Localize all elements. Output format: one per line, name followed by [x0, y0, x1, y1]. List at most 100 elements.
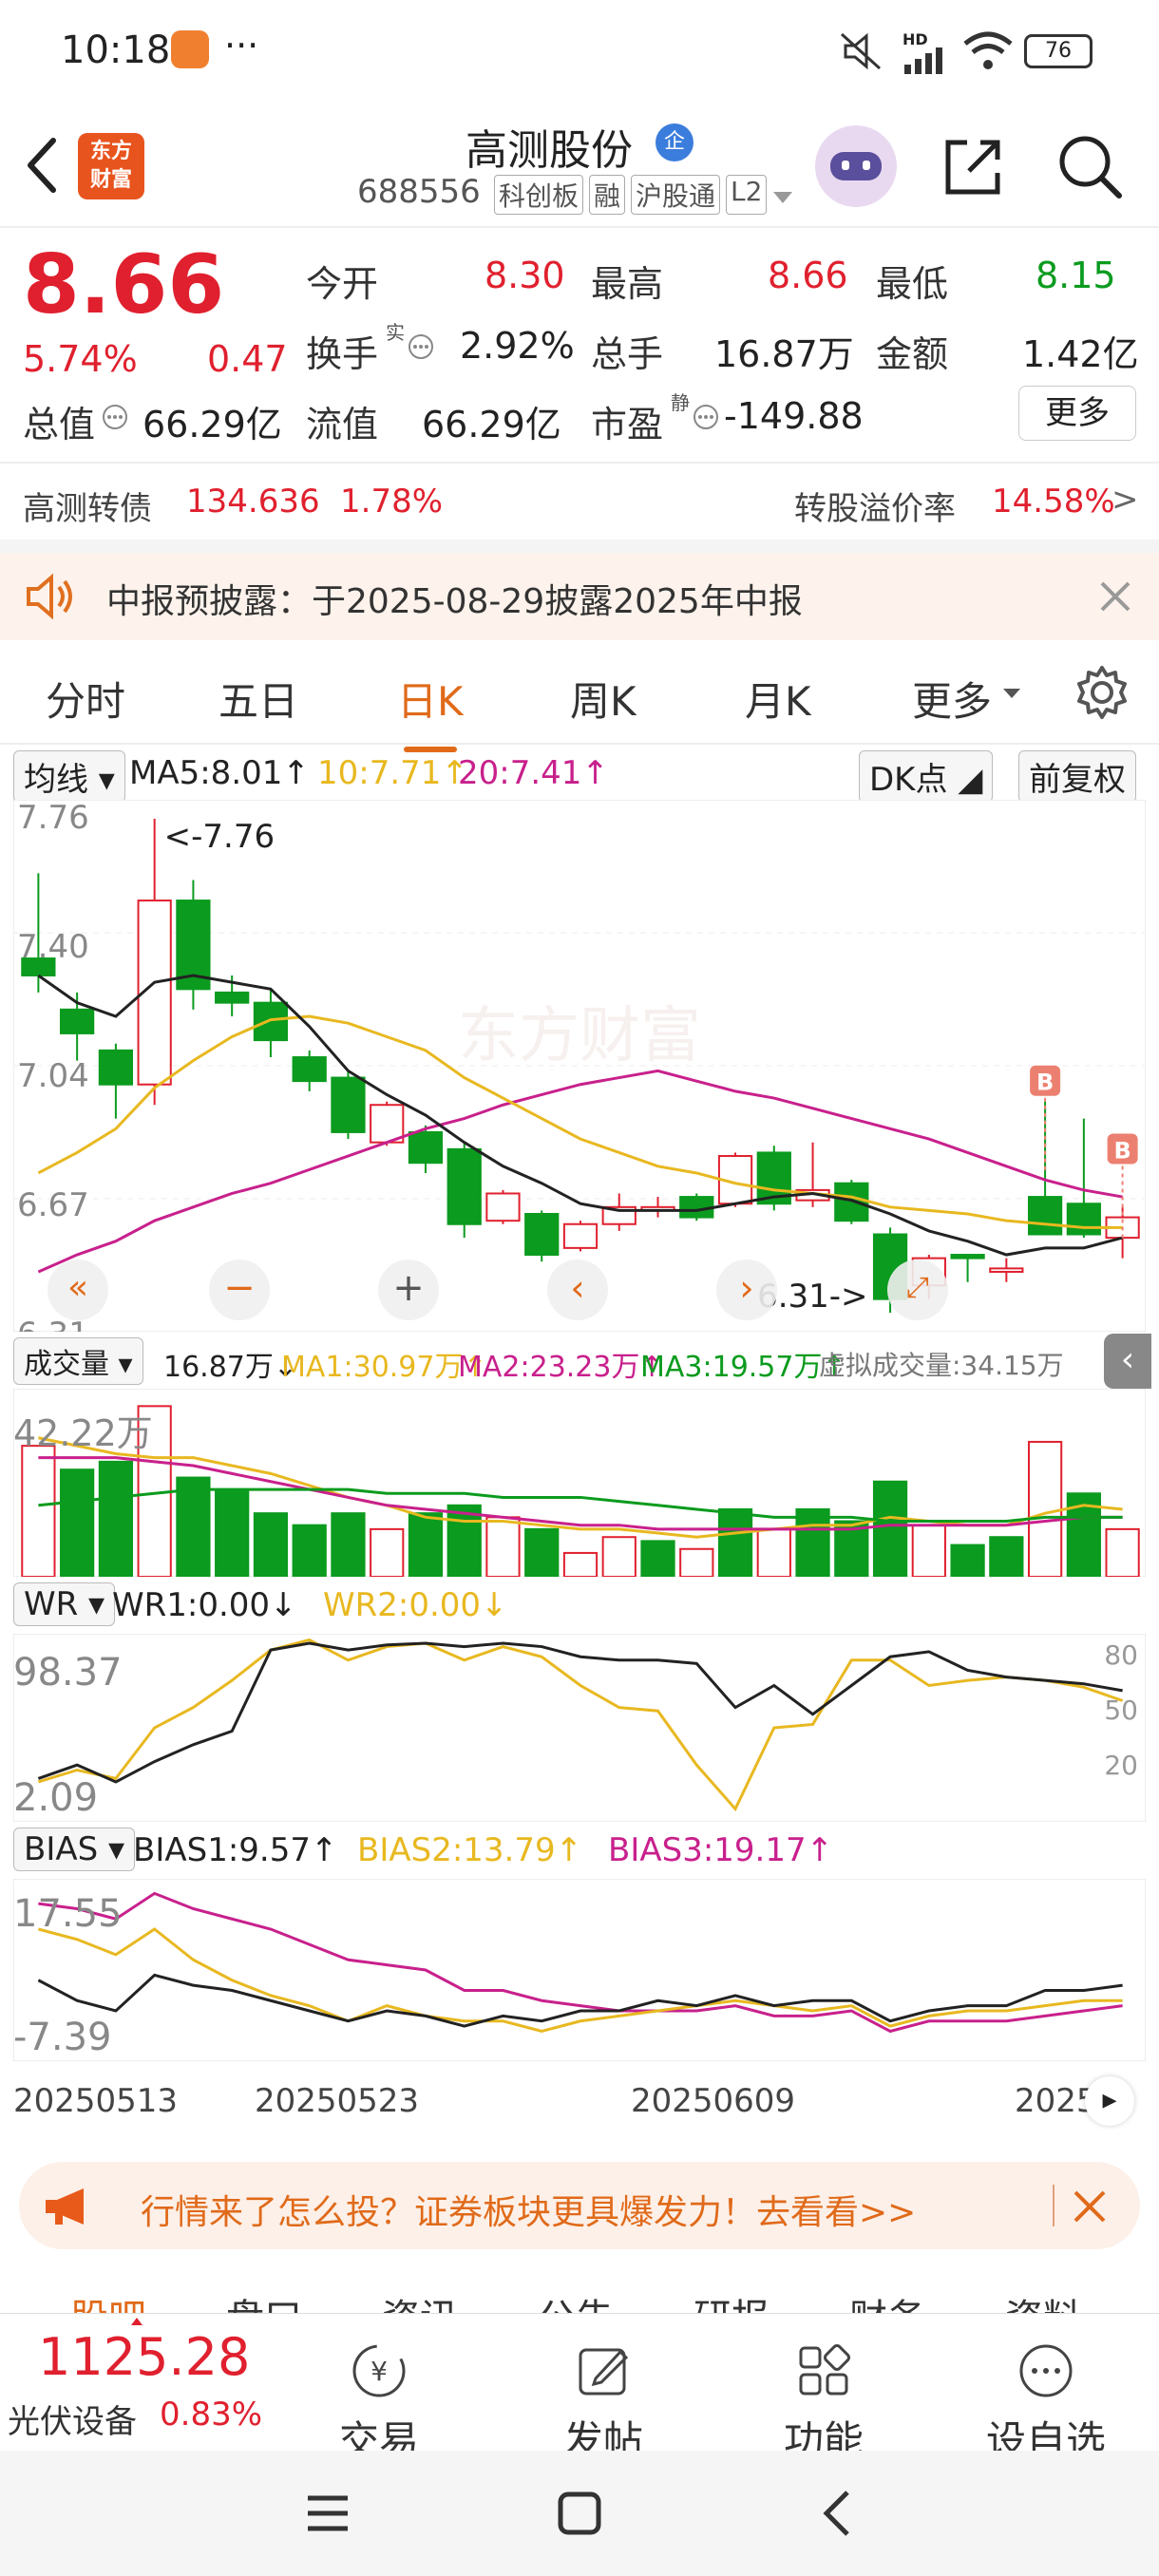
ma-selector[interactable]: 均线 ▾: [13, 750, 125, 803]
volume-bar: [872, 1480, 908, 1577]
candle-body: [562, 1222, 598, 1249]
candle-body: [292, 1056, 327, 1083]
volume-selector[interactable]: 成交量 ▾: [13, 1337, 143, 1385]
back-nav-icon[interactable]: [817, 2489, 855, 2538]
volume-bar: [446, 1504, 482, 1577]
open-value: 8.30: [484, 255, 565, 296]
info-icon[interactable]: [407, 332, 435, 361]
volume-chart[interactable]: 42.22万: [13, 1389, 1146, 1577]
volume-bar: [1027, 1440, 1063, 1577]
function-button[interactable]: 功能: [771, 2342, 876, 2467]
ad-banner[interactable]: 行情来了怎么投？证券板块更具爆发力！去看看>>: [19, 2162, 1140, 2249]
wr-selector-label: WR: [24, 1585, 79, 1623]
scroll-chart-right-button[interactable]: ▸: [1085, 2076, 1134, 2126]
tag-dropdown-icon[interactable]: [771, 190, 794, 205]
date-label: 20250609: [631, 2082, 796, 2120]
volume-bar: [370, 1527, 405, 1577]
volume-bar: [485, 1516, 521, 1577]
info-icon[interactable]: [692, 403, 720, 431]
back-icon[interactable]: [21, 135, 63, 196]
trade-button[interactable]: ¥ 交易: [327, 2342, 431, 2467]
pe-sup: 静: [671, 391, 690, 414]
assistant-avatar[interactable]: [815, 125, 897, 207]
tab-monthly-k[interactable]: 月K: [745, 670, 811, 728]
bias-selector[interactable]: BIAS ▾: [13, 1828, 136, 1871]
volume-value: 16.87万: [714, 333, 854, 375]
stock-tag: 融: [589, 175, 626, 215]
more-notifications: ···: [224, 25, 259, 66]
search-icon[interactable]: [1054, 131, 1125, 201]
wr-reference-label: 80: [1104, 1639, 1138, 1671]
mute-icon: [840, 32, 882, 70]
volume-ma2: MA2:23.23万↑: [458, 1351, 664, 1384]
stock-tags: 科创板融沪股通 L2: [494, 175, 768, 215]
fullscreen-button[interactable]: ⤢: [887, 1260, 948, 1320]
chart-frame: [13, 1634, 1146, 1822]
share-icon[interactable]: [940, 133, 1007, 199]
candle-body: [408, 1130, 444, 1165]
speaker-icon: [27, 573, 72, 620]
ma-legend: 均线 ▾ MA5:8.01↑ 10:7.71↑ 20:7.41↑ DK点 ◢ 前…: [13, 750, 1153, 803]
wr-chart[interactable]: 98.37 2.09 80 50 20: [13, 1634, 1146, 1822]
more-button[interactable]: 更多: [1018, 386, 1136, 441]
post-button[interactable]: 发帖: [551, 2342, 656, 2467]
zoom-in-button[interactable]: +: [378, 1260, 439, 1320]
index-pct[interactable]: 0.83%: [160, 2396, 262, 2434]
tab-weekly-k[interactable]: 周K: [570, 670, 636, 728]
amount-value: 1.42亿: [1022, 333, 1139, 375]
ma10-value: 10:7.71↑: [317, 754, 468, 792]
candle-body: [1027, 1196, 1063, 1236]
volume-bar: [717, 1507, 753, 1577]
spacer: [0, 540, 1159, 553]
candle-body: [524, 1213, 560, 1257]
close-icon[interactable]: [1098, 579, 1132, 614]
scroll-left-fast-button[interactable]: «: [48, 1260, 108, 1320]
volume-bar: [524, 1527, 560, 1577]
menu-icon[interactable]: [304, 2492, 352, 2534]
divider: [0, 226, 1159, 228]
home-icon[interactable]: [557, 2491, 602, 2536]
section-tabs: 股吧盘口资讯公告研报财务资料: [0, 2280, 1159, 2318]
index-value[interactable]: 1125.28: [38, 2327, 250, 2387]
svg-text:¥: ¥: [370, 2356, 388, 2387]
tab-five-day[interactable]: 五日: [218, 670, 298, 728]
convertible-row[interactable]: 高测转债 134.636 1.78% 转股溢价率 14.58% >: [0, 464, 1159, 540]
pe-value: -149.88: [724, 395, 864, 437]
signal-icon: [904, 47, 942, 74]
close-icon[interactable]: [1072, 2188, 1108, 2225]
megaphone-icon: [46, 2188, 84, 2225]
date-label: 20250513: [13, 2082, 179, 2120]
tab-intraday[interactable]: 分时: [46, 670, 125, 728]
total-cap-value: 66.29亿: [142, 404, 282, 445]
candle-body: [215, 991, 250, 1004]
kline-chart[interactable]: 东方财富7.767.407.046.676.31<-7.766.31->BB: [13, 800, 1146, 1332]
notice-bar[interactable]: 中报预披露：于2025-08-29披露2025年中报: [0, 553, 1159, 640]
volume-bar: [756, 1527, 791, 1577]
volume-bar: [331, 1512, 366, 1577]
volume-bar: [215, 1488, 250, 1577]
tab-daily-k[interactable]: 日K: [397, 670, 464, 752]
change-amount: 0.47: [207, 338, 288, 380]
bottom-toolbar: 1125.28 光伏设备 0.83% ¥ 交易 发帖 功能 设自选: [0, 2313, 1159, 2464]
dk-button[interactable]: DK点 ◢: [859, 750, 994, 803]
scroll-left-button[interactable]: ‹: [547, 1260, 608, 1320]
wr-axis-top: 98.37: [13, 1651, 123, 1695]
adjust-button[interactable]: 前复权: [1018, 750, 1136, 803]
wr-selector[interactable]: WR ▾: [13, 1582, 116, 1626]
tab-more[interactable]: 更多: [912, 670, 992, 728]
index-name[interactable]: 光伏设备: [8, 2396, 137, 2442]
total-cap-label: 总值: [23, 404, 96, 445]
collapse-panel-button[interactable]: ‹: [1104, 1334, 1151, 1389]
high-label: 最高: [591, 263, 664, 305]
watchlist-button[interactable]: 设自选: [975, 2342, 1117, 2467]
volume-ma1: MA1:30.97万↑: [281, 1351, 487, 1384]
info-icon[interactable]: [101, 403, 129, 431]
gear-icon[interactable]: [1074, 664, 1130, 721]
bias-chart[interactable]: 17.55 -7.39: [13, 1879, 1146, 2061]
eastmoney-logo: 东方 财富: [78, 133, 144, 199]
volume-axis-label: 42.22万: [13, 1412, 153, 1454]
scroll-right-button[interactable]: ›: [716, 1260, 777, 1320]
convertible-name: 高测转债: [23, 490, 152, 528]
zoom-out-button[interactable]: −: [209, 1260, 270, 1320]
candle-body: [60, 1008, 95, 1034]
